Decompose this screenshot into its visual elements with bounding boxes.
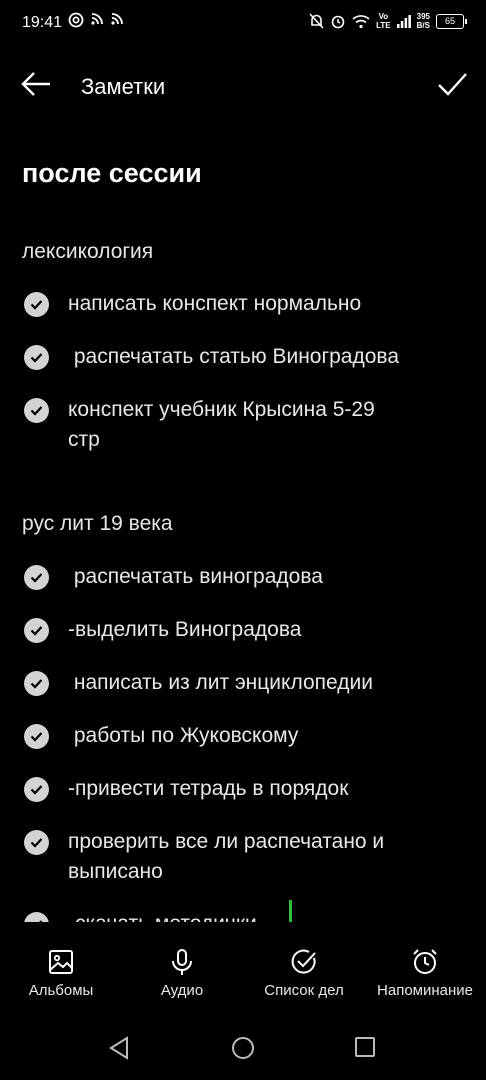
checklist-item[interactable]: работы по Жуковскому — [24, 724, 474, 751]
note-title[interactable]: после сессии — [22, 158, 202, 189]
save-button[interactable] — [436, 68, 468, 100]
signal-icon — [396, 14, 411, 28]
system-nav-bar — [0, 1020, 486, 1080]
alarm-clock-icon — [413, 949, 437, 974]
wifi-icon — [352, 14, 370, 28]
battery-indicator: 65 — [436, 13, 467, 29]
checkbox-checked-icon[interactable] — [24, 724, 49, 749]
checkbox-checked-icon[interactable] — [24, 671, 49, 696]
checkmark-icon — [438, 73, 467, 96]
status-left-icons — [68, 12, 124, 28]
status-right-icons: Vo LTE 395 B/S 65 — [309, 12, 467, 30]
checklist-item-text[interactable]: распечатать статью Виноградова — [68, 342, 399, 372]
checkbox-checked-icon[interactable] — [24, 912, 49, 922]
square-recents-icon — [355, 1037, 375, 1057]
rss-icon — [91, 13, 103, 25]
checklist-item-text[interactable]: написать конспект нормально — [68, 289, 361, 319]
checkbox-checked-icon[interactable] — [24, 830, 49, 855]
checklist-item-text[interactable]: -привести тетрадь в порядок — [68, 774, 348, 804]
checkbox-checked-icon[interactable] — [24, 398, 49, 423]
nav-home-button[interactable] — [231, 1036, 255, 1065]
checklist-item[interactable]: -привести тетрадь в порядок — [24, 777, 474, 804]
status-bar: 19:41 Vo LTE 395 B/S 65 — [0, 0, 486, 48]
checklist-item[interactable]: распечатать статью Виноградова — [24, 345, 474, 372]
check-circle-icon — [291, 949, 316, 974]
section-heading[interactable]: лексикология — [22, 240, 153, 264]
app-bar: Заметки — [0, 58, 486, 114]
reminder-label: Напоминание — [377, 982, 473, 999]
back-button[interactable] — [20, 70, 54, 100]
checklist-item[interactable]: -выделить Виноградова — [24, 618, 474, 645]
checklist-item[interactable]: распечатать виноградова — [24, 565, 474, 592]
checklist-item[interactable]: -скачать методички — [24, 912, 474, 922]
checklist-item-text[interactable]: распечатать виноградова — [68, 562, 323, 592]
checklist-item[interactable]: написать из лит энциклопедии — [24, 671, 474, 698]
volte-indicator: Vo LTE — [376, 12, 391, 30]
checklist-button[interactable]: Список дел — [256, 948, 352, 999]
checklist-label: Список дел — [264, 982, 344, 999]
checklist-item-text[interactable]: работы по Жуковскому — [68, 721, 299, 751]
checkbox-checked-icon[interactable] — [24, 777, 49, 802]
network-speed: 395 B/S — [416, 12, 430, 30]
checkbox-checked-icon[interactable] — [24, 618, 49, 643]
albums-label: Альбомы — [28, 982, 94, 999]
audio-label: Аудио — [160, 982, 204, 999]
at-sign-icon — [68, 12, 84, 28]
microphone-icon — [172, 949, 192, 975]
checklist-item-text[interactable]: конспект учебник Крысина 5-29 стр — [68, 395, 375, 455]
checklist-item-text[interactable]: проверить все ли распечатано и выписано — [68, 827, 384, 887]
checklist-item-text[interactable]: написать из лит энциклопедии — [68, 668, 373, 698]
checkbox-checked-icon[interactable] — [24, 292, 49, 317]
section-heading[interactable]: рус лит 19 века — [22, 512, 173, 536]
reminder-button[interactable]: Напоминание — [368, 948, 482, 999]
text-cursor — [289, 900, 292, 922]
rss-icon — [111, 13, 123, 25]
albums-button[interactable]: Альбомы — [22, 948, 100, 999]
checklist-item[interactable]: проверить все ли распечатано и выписано — [24, 830, 474, 887]
circle-home-icon — [232, 1037, 254, 1059]
status-time: 19:41 — [22, 14, 63, 31]
checklist-item-text[interactable]: -выделить Виноградова — [68, 615, 301, 645]
note-editor[interactable]: после сессии лексикология написать консп… — [0, 152, 486, 922]
audio-button[interactable]: Аудио — [148, 948, 216, 999]
alarm-icon — [331, 15, 345, 29]
nav-back-button[interactable] — [108, 1036, 130, 1065]
checklist-item-text[interactable]: -скачать методички — [68, 909, 257, 922]
checklist-item[interactable]: конспект учебник Крысина 5-29 стр — [24, 398, 474, 455]
checklist-item[interactable]: написать конспект нормально — [24, 292, 474, 319]
triangle-back-icon — [109, 1036, 128, 1060]
nav-recents-button[interactable] — [354, 1036, 376, 1063]
checkbox-checked-icon[interactable] — [24, 565, 49, 590]
bottom-toolbar: Альбомы Аудио Список дел Напоминание — [0, 940, 486, 1020]
arrow-left-icon — [21, 72, 50, 96]
image-icon — [49, 950, 73, 974]
muted-bell-icon — [309, 13, 324, 29]
checkbox-checked-icon[interactable] — [24, 345, 49, 370]
app-title: Заметки — [81, 74, 166, 99]
